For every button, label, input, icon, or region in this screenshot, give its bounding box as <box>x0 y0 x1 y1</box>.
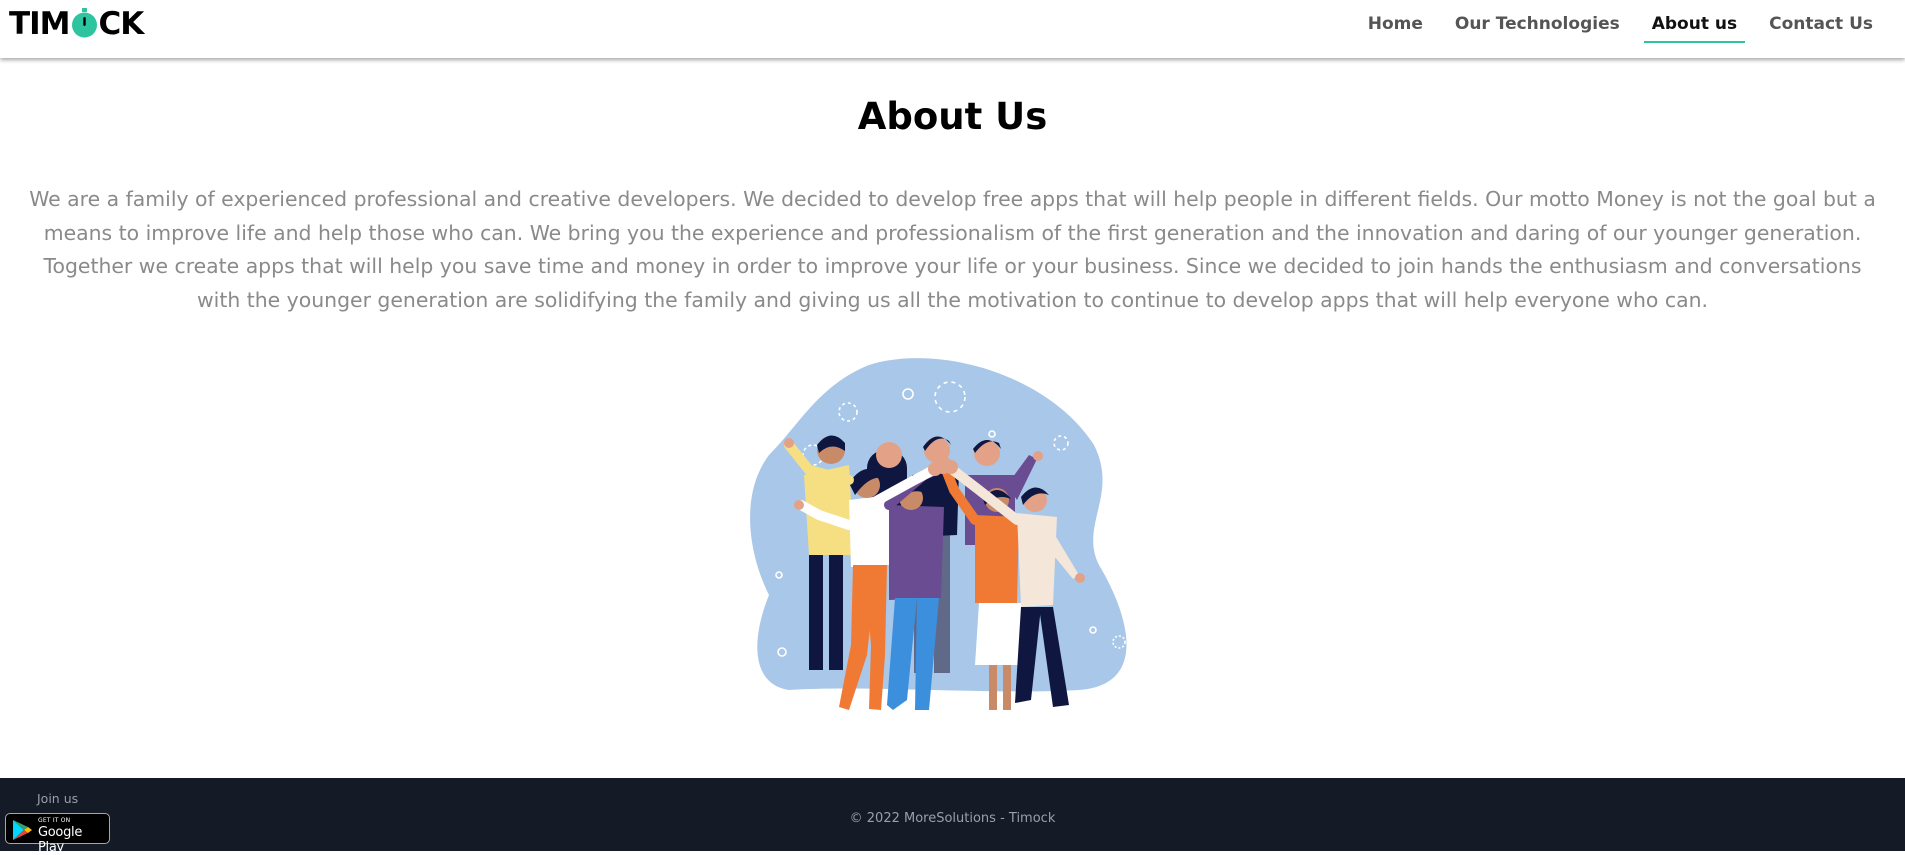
team-high-five-illustration <box>750 358 1127 710</box>
join-us-label: Join us <box>37 791 79 806</box>
stopwatch-icon <box>71 8 97 38</box>
timock-logo[interactable]: TIM CK <box>9 6 144 42</box>
main-nav: Home Our Technologies About us Contact U… <box>1352 0 1889 58</box>
page-title: About Us <box>857 95 1048 138</box>
copyright: © 2022 MoreSolutions - Timock <box>849 811 1056 826</box>
nav-about-us[interactable]: About us <box>1636 0 1753 44</box>
nav-our-technologies[interactable]: Our Technologies <box>1439 0 1636 44</box>
footer: Join us GET IT ON Google Play © 2022 Mor… <box>0 778 1905 855</box>
nav-home[interactable]: Home <box>1352 0 1439 44</box>
nav-contact-us[interactable]: Contact Us <box>1753 0 1889 44</box>
logo-text: TIM CK <box>9 6 144 42</box>
navbar: TIM CK Home Our Technologies About us Con… <box>0 0 1905 58</box>
about-paragraph: We are a family of experienced professio… <box>29 187 1876 312</box>
